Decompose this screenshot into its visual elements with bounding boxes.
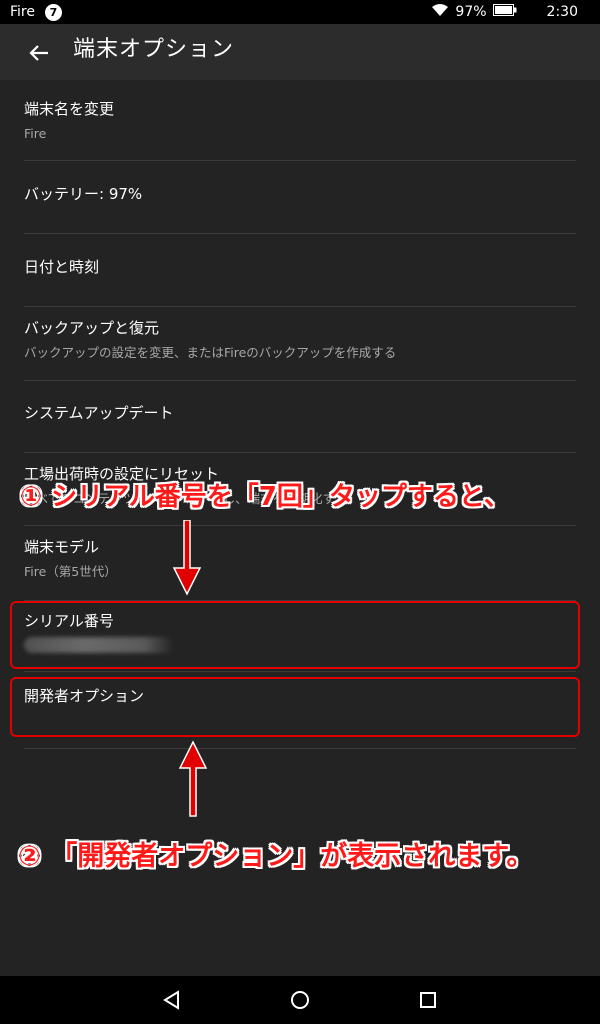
serial-number-item[interactable]: シリアル番号: [24, 601, 576, 672]
serial-number-redacted: [24, 637, 174, 653]
status-bar: Fire 7 97% 2:30: [0, 0, 600, 24]
annotation-step2: ② 「開発者オプション」が表示されます。: [18, 841, 534, 872]
battery-icon: [492, 4, 517, 20]
carrier-label: Fire: [10, 4, 35, 20]
arrow-down-icon: [172, 520, 202, 596]
developer-options-item[interactable]: 開発者オプション: [24, 672, 576, 749]
item-title: 日付と時刻: [24, 258, 100, 276]
notification-badge: 7: [45, 3, 62, 21]
back-arrow-icon[interactable]: [24, 38, 54, 68]
date-time-item[interactable]: 日付と時刻: [24, 234, 576, 307]
item-title: 開発者オプション: [24, 687, 145, 705]
clock: 2:30: [546, 4, 578, 20]
item-title: システムアップデート: [24, 404, 174, 422]
item-title: 端末モデル: [24, 538, 100, 556]
system-update-item[interactable]: システムアップデート: [24, 381, 576, 453]
item-title: バックアップと復元: [24, 319, 160, 337]
device-model-item[interactable]: 端末モデル Fire（第5世代）: [24, 526, 576, 601]
item-title: 端末名を変更: [24, 100, 115, 118]
backup-restore-item[interactable]: バックアップと復元 バックアップの設定を変更、またはFireのバックアップを作成…: [24, 307, 576, 381]
item-subtitle: Fire: [24, 126, 47, 141]
navigation-bar: [0, 976, 600, 1024]
item-subtitle: Fire（第5世代）: [24, 564, 117, 579]
nav-home-icon[interactable]: [286, 986, 314, 1014]
item-title: シリアル番号: [24, 612, 114, 630]
annotation-step1: ① シリアル番号を「7回」タップすると、: [20, 482, 510, 512]
page-title: 端末オプション: [73, 37, 235, 62]
settings-list: 端末名を変更 Fire バッテリー: 97% 日付と時刻 バックアップと復元 バ…: [24, 80, 576, 749]
nav-back-icon[interactable]: [158, 986, 186, 1014]
app-bar: 端末オプション: [0, 24, 600, 80]
wifi-icon: [431, 3, 449, 21]
item-title: バッテリー: 97%: [24, 185, 143, 203]
item-subtitle: バックアップの設定を変更、またはFireのバックアップを作成する: [24, 345, 397, 360]
battery-percent: 97%: [455, 4, 487, 20]
battery-item[interactable]: バッテリー: 97%: [24, 161, 576, 234]
nav-recents-icon[interactable]: [414, 986, 442, 1014]
rename-device-item[interactable]: 端末名を変更 Fire: [24, 80, 576, 161]
arrow-up-icon: [178, 740, 208, 817]
